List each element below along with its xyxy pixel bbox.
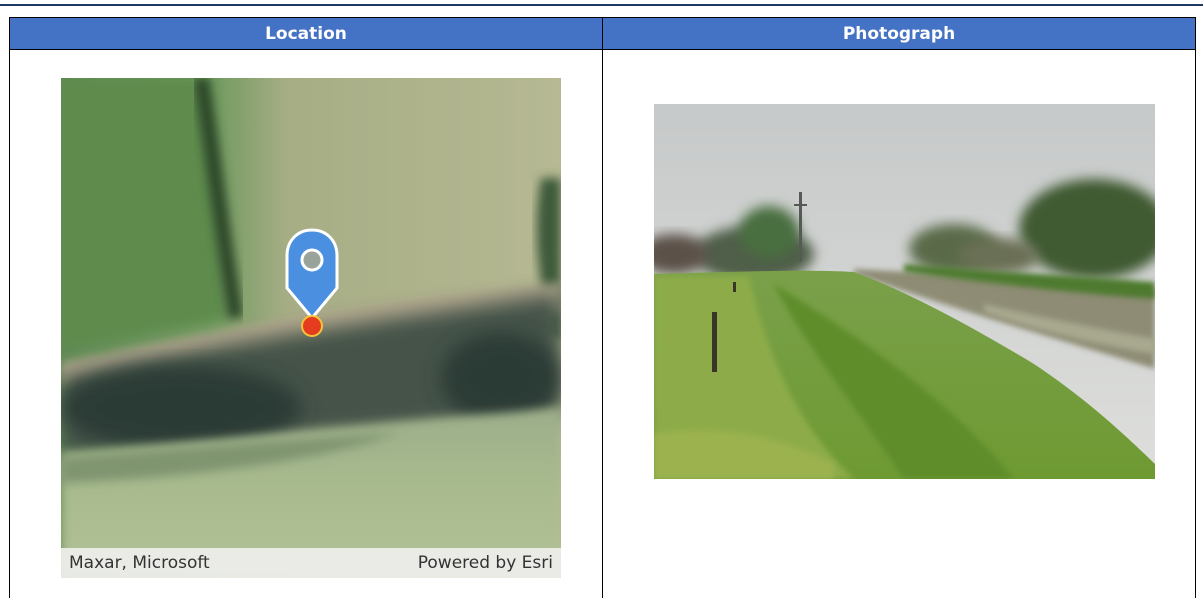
location-cell: Maxar, Microsoft Powered by Esri [10,50,603,598]
map-attribution-source: Maxar, Microsoft [69,553,210,573]
map-powered-by[interactable]: Powered by Esri [418,553,553,573]
riverbank-photo-image [654,104,1155,479]
riverbank-photo [654,104,1155,479]
map-attribution-bar: Maxar, Microsoft Powered by Esri [61,548,561,578]
location-photo-table: Location Photograph [9,17,1196,598]
top-rule [0,4,1203,6]
location-header: Location [10,18,603,50]
photograph-header: Photograph [603,18,1196,50]
content-row: Maxar, Microsoft Powered by Esri [10,50,1196,598]
header-row: Location Photograph [10,18,1196,50]
location-map[interactable]: Maxar, Microsoft Powered by Esri [61,78,561,578]
location-pin-icon[interactable] [283,228,341,340]
photograph-cell [603,50,1196,598]
